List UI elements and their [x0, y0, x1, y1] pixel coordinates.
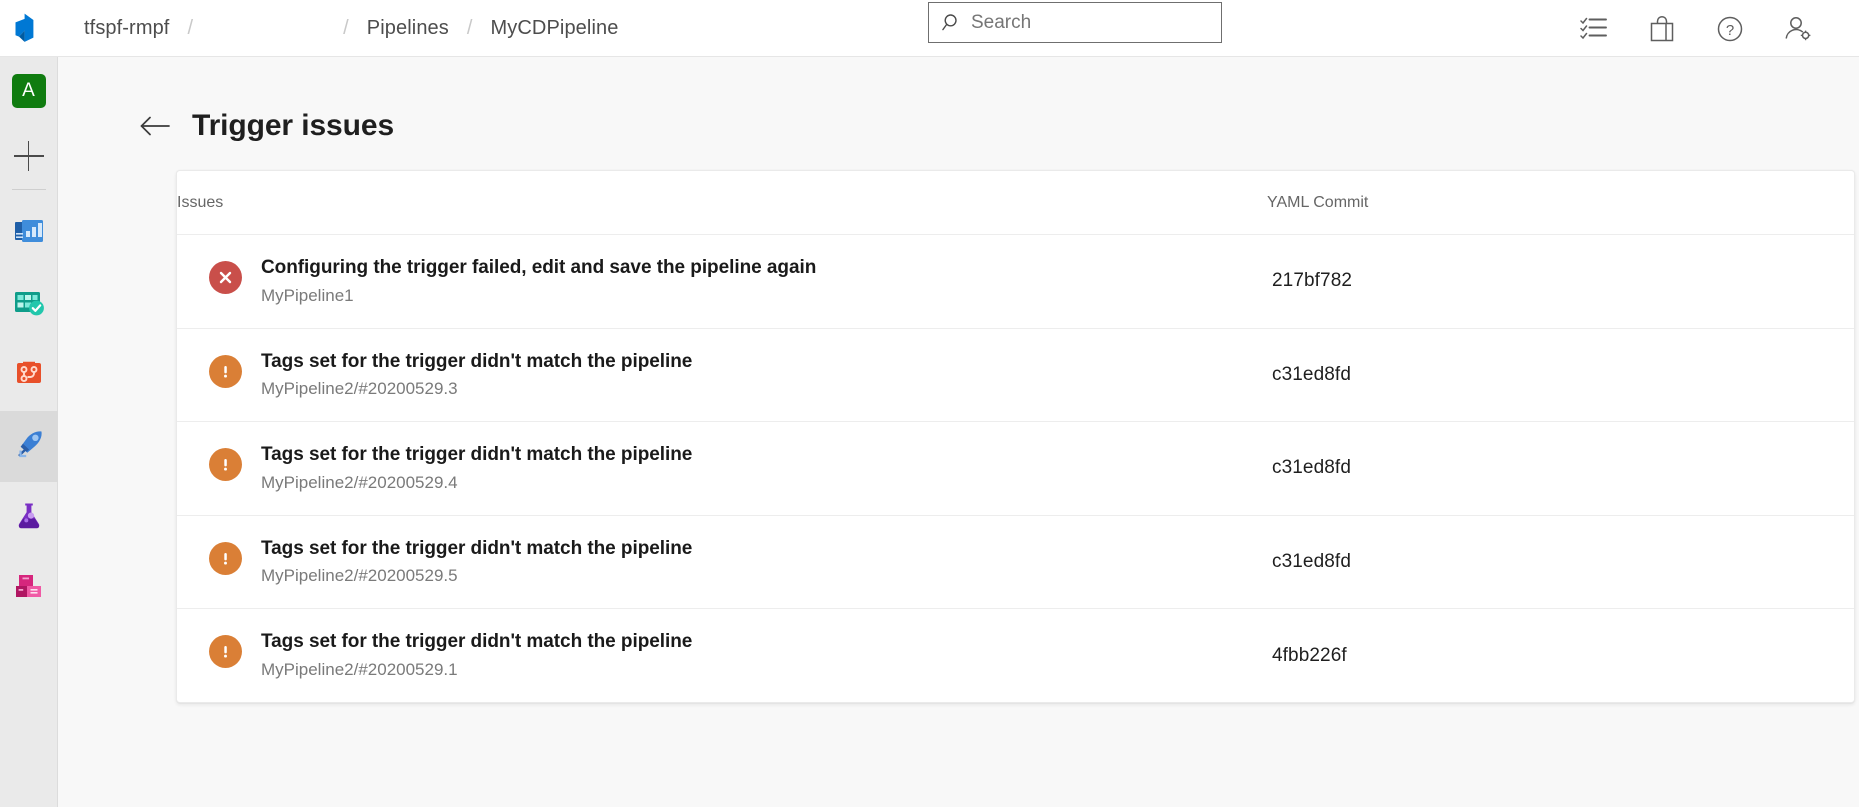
- tasks-checklist-icon[interactable]: [1575, 10, 1613, 48]
- top-header-bar: tfspf-rmpf / / Pipelines / MyCDPipeline: [0, 0, 1859, 57]
- breadcrumb-item-project[interactable]: [209, 25, 327, 31]
- page-header: Trigger issues: [58, 57, 1859, 143]
- search-input[interactable]: [967, 12, 1221, 34]
- breadcrumb-item-organization[interactable]: tfspf-rmpf: [82, 14, 171, 43]
- breadcrumb-separator: /: [343, 17, 349, 40]
- app-root: tfspf-rmpf / / Pipelines / MyCDPipeline: [0, 0, 1859, 807]
- table-row[interactable]: Tags set for the trigger didn't match th…: [177, 422, 1855, 516]
- issue-cell: Tags set for the trigger didn't match th…: [177, 609, 1267, 702]
- sidebar-item-repos[interactable]: [0, 340, 58, 411]
- test-plans-flask-icon: [11, 497, 47, 538]
- project-initial-tile: A: [12, 74, 46, 108]
- warning-circle-icon: [209, 635, 242, 668]
- azure-devops-logo[interactable]: [0, 0, 57, 57]
- issue-cell: Tags set for the trigger didn't match th…: [177, 422, 1267, 516]
- trigger-issues-card: Issues YAML Commit: [176, 170, 1855, 703]
- back-arrow-icon[interactable]: [138, 109, 172, 143]
- table-row[interactable]: Configuring the trigger failed, edit and…: [177, 235, 1855, 329]
- artifacts-boxes-icon: [11, 568, 47, 609]
- yaml-commit-cell[interactable]: c31ed8fd: [1267, 422, 1855, 516]
- breadcrumb: tfspf-rmpf / / Pipelines / MyCDPipeline: [82, 0, 620, 57]
- issue-subtitle: MyPipeline2/#20200529.1: [261, 659, 692, 682]
- issue-text-block: Tags set for the trigger didn't match th…: [261, 442, 692, 495]
- search-box[interactable]: [928, 2, 1222, 43]
- search-icon: [941, 12, 967, 34]
- boards-icon: [11, 284, 47, 325]
- yaml-commit-cell[interactable]: 217bf782: [1267, 235, 1855, 329]
- search-container: [928, 2, 1222, 43]
- sidebar-item-pipelines[interactable]: [0, 411, 58, 482]
- breadcrumb-item-pipelines[interactable]: Pipelines: [365, 14, 451, 43]
- yaml-commit-cell[interactable]: 4fbb226f: [1267, 609, 1855, 702]
- table-header: Issues YAML Commit: [177, 171, 1855, 235]
- breadcrumb-separator: /: [467, 17, 473, 40]
- breadcrumb-item-mycdpipeline[interactable]: MyCDPipeline: [489, 14, 621, 43]
- issue-title: Tags set for the trigger didn't match th…: [261, 629, 692, 655]
- issue-subtitle: MyPipeline2/#20200529.5: [261, 565, 692, 588]
- issue-subtitle: MyPipeline2/#20200529.4: [261, 472, 692, 495]
- issue-title: Configuring the trigger failed, edit and…: [261, 255, 816, 281]
- sidebar-item-boards[interactable]: [0, 269, 58, 340]
- main-content: Trigger issues Issues YAML Commit: [58, 57, 1859, 807]
- repos-icon: [11, 355, 47, 396]
- marketplace-bag-icon[interactable]: [1643, 10, 1681, 48]
- left-sidebar-rail: A: [0, 57, 58, 807]
- issue-title: Tags set for the trigger didn't match th…: [261, 349, 692, 375]
- svg-text:?: ?: [1726, 22, 1734, 39]
- warning-circle-icon: [209, 355, 242, 388]
- issue-subtitle: MyPipeline2/#20200529.3: [261, 378, 692, 401]
- sidebar-item-artifacts[interactable]: [0, 553, 58, 624]
- yaml-commit-cell[interactable]: c31ed8fd: [1267, 515, 1855, 609]
- top-right-icon-group: ?: [1575, 0, 1841, 57]
- create-new-button[interactable]: [0, 125, 58, 187]
- help-question-icon[interactable]: ?: [1711, 10, 1749, 48]
- issue-title: Tags set for the trigger didn't match th…: [261, 442, 692, 468]
- sidebar-item-test-plans[interactable]: [0, 482, 58, 553]
- page-title: Trigger issues: [192, 109, 394, 143]
- overview-icon: [11, 213, 47, 254]
- issue-text-block: Tags set for the trigger didn't match th…: [261, 349, 692, 402]
- table-row[interactable]: Tags set for the trigger didn't match th…: [177, 609, 1855, 702]
- issue-title: Tags set for the trigger didn't match th…: [261, 536, 692, 562]
- breadcrumb-separator: /: [187, 17, 193, 40]
- yaml-commit-cell[interactable]: c31ed8fd: [1267, 328, 1855, 422]
- sidebar-item-overview[interactable]: [0, 198, 58, 269]
- trigger-issues-table: Issues YAML Commit: [177, 171, 1855, 702]
- sidebar-divider: [12, 189, 46, 190]
- plus-icon: [14, 141, 44, 171]
- issue-cell: Configuring the trigger failed, edit and…: [177, 235, 1267, 329]
- issue-cell: Tags set for the trigger didn't match th…: [177, 328, 1267, 422]
- issue-subtitle: MyPipeline1: [261, 285, 816, 308]
- table-body: Configuring the trigger failed, edit and…: [177, 235, 1855, 702]
- column-header-yaml-commit: YAML Commit: [1267, 171, 1855, 235]
- project-avatar[interactable]: A: [0, 57, 58, 125]
- warning-circle-icon: [209, 542, 242, 575]
- issue-text-block: Tags set for the trigger didn't match th…: [261, 629, 692, 682]
- table-row[interactable]: Tags set for the trigger didn't match th…: [177, 328, 1855, 422]
- table-row[interactable]: Tags set for the trigger didn't match th…: [177, 515, 1855, 609]
- issue-text-block: Tags set for the trigger didn't match th…: [261, 536, 692, 589]
- table-header-row: Issues YAML Commit: [177, 171, 1855, 235]
- column-header-issues: Issues: [177, 171, 1267, 235]
- warning-circle-icon: [209, 448, 242, 481]
- user-settings-icon[interactable]: [1779, 10, 1817, 48]
- error-circle-icon: [209, 261, 242, 294]
- pipelines-rocket-icon: [11, 426, 47, 467]
- issue-text-block: Configuring the trigger failed, edit and…: [261, 255, 816, 308]
- issue-cell: Tags set for the trigger didn't match th…: [177, 515, 1267, 609]
